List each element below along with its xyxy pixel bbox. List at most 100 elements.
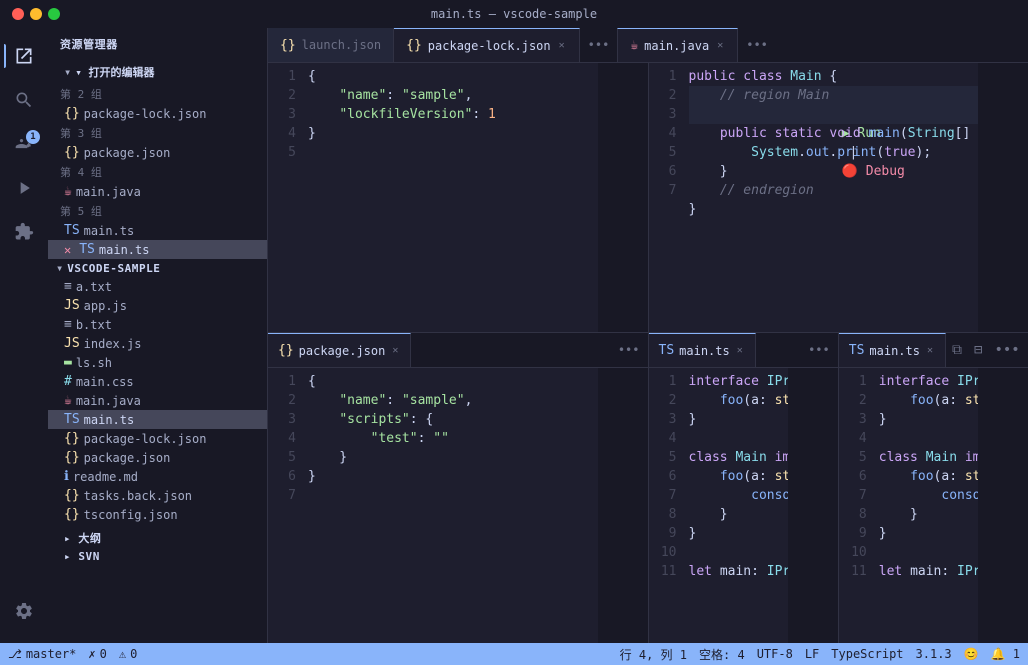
sidebar-file-main-css[interactable]: # main.css — [48, 372, 267, 391]
error-icon: ✗ — [88, 647, 95, 661]
error-count: 0 — [100, 647, 107, 661]
ts-version[interactable]: 3.1.3 — [916, 647, 952, 661]
code-content-top-right[interactable]: public class Main { // region Main ▶ Run… — [685, 63, 979, 332]
ts-icon2: TS — [79, 242, 95, 257]
tab-package-json[interactable]: {} package.json ✕ — [268, 333, 411, 367]
open-editors-label[interactable]: ▾ ▾ 打开的编辑器 — [48, 62, 267, 82]
activity-search[interactable] — [4, 80, 44, 120]
debug-button[interactable]: 🔴 Debug — [842, 164, 905, 179]
layout-button[interactable]: ⊟ — [968, 333, 988, 367]
tab-more-java[interactable]: ••• — [738, 28, 776, 62]
sidebar-file-b-txt[interactable]: ≡ b.txt — [48, 315, 267, 334]
titlebar: main.ts — vscode-sample — [0, 0, 1028, 28]
tab-package-lock-json[interactable]: {} package-lock.json ✕ — [394, 28, 580, 62]
bottom-section: {} package.json ✕ ••• 1234567 { "name": — [268, 333, 1028, 643]
tab-close-ts2[interactable]: ✕ — [925, 344, 935, 357]
vscode-folder[interactable]: ▾ VSCODE-SAMPLE — [48, 259, 267, 277]
window-controls[interactable] — [12, 8, 60, 20]
activity-extensions[interactable] — [4, 212, 44, 252]
git-branch[interactable]: ⎇ master* — [8, 647, 76, 661]
sidebar-item-package[interactable]: {} package.json — [48, 143, 267, 162]
json-icon5: {} — [64, 488, 80, 503]
top-right-pane: 1234567 public class Main { // region Ma… — [649, 63, 1028, 332]
tab-main-ts-brl[interactable]: TS main.ts ✕ — [649, 333, 756, 367]
sidebar-file-tasks[interactable]: {} tasks.back.json — [48, 486, 267, 505]
feedback-emoji[interactable]: 😊 — [964, 647, 979, 661]
sidebar-file-package-lock[interactable]: {} package-lock.json — [48, 429, 267, 448]
tab-close-ts1[interactable]: ✕ — [735, 344, 745, 357]
sidebar-item-label: package.json — [84, 146, 171, 160]
sidebar-file-tsconfig[interactable]: {} tsconfig.json — [48, 505, 267, 524]
tab-main-java[interactable]: ☕ main.java ✕ — [617, 28, 738, 62]
bottom-left-more[interactable]: ••• — [610, 333, 648, 367]
activity-bottom — [4, 591, 44, 643]
status-right: 行 4, 列 1 空格: 4 UTF-8 LF TypeScript 3.1.3… — [620, 646, 1020, 663]
ts-icon-tab2: TS — [849, 343, 865, 358]
code-content-brr[interactable]: interface IProtoc… foo(a: string… } clas… — [875, 368, 978, 643]
top-section: 12345 { "name": "sample", "lockfileVersi… — [268, 63, 1028, 333]
json-icon-tab: {} — [278, 343, 294, 358]
code-content-bottom-left[interactable]: { "name": "sample", "scripts": { "test":… — [304, 368, 598, 643]
more-actions-button[interactable]: ••• — [988, 333, 1025, 367]
status-bar: ⎇ master* ✗ 0 ⚠ 0 行 4, 列 1 空格: 4 UTF-8 L… — [0, 643, 1028, 665]
css-icon: # — [64, 374, 72, 389]
package-json-code: 1234567 { "name": "sample", "scripts": {… — [268, 368, 648, 643]
minimap-bottom-left — [598, 368, 648, 643]
minimap-top-right — [978, 63, 1028, 332]
sidebar-file-index-js[interactable]: JS index.js — [48, 334, 267, 353]
file-label: index.js — [84, 337, 142, 351]
line-numbers-top-right: 1234567 — [649, 63, 685, 332]
code-content-brl[interactable]: interface IProtoc… foo(a: string… } clas… — [685, 368, 788, 643]
encoding[interactable]: UTF-8 — [757, 647, 793, 661]
cursor-position[interactable]: 行 4, 列 1 — [620, 646, 687, 663]
sidebar-file-a-txt[interactable]: ≡ a.txt — [48, 277, 267, 296]
txt-icon: ≡ — [64, 279, 72, 294]
notifications[interactable]: 🔔 1 — [991, 647, 1020, 661]
sidebar-file-package[interactable]: {} package.json — [48, 448, 267, 467]
chevron-icon: ▾ — [64, 65, 71, 79]
file-label: b.txt — [76, 318, 112, 332]
minimize-button[interactable] — [30, 8, 42, 20]
main-ts-right-code: 12345 67891011 interface IProtoc… foo(a:… — [839, 368, 1028, 643]
minimap-brr — [978, 368, 1028, 643]
activity-explorer[interactable] — [4, 36, 44, 76]
sidebar-file-main-ts[interactable]: TS main.ts — [48, 410, 267, 429]
maximize-button[interactable] — [48, 8, 60, 20]
indentation[interactable]: 空格: 4 — [699, 646, 745, 663]
top-left-pane: 12345 { "name": "sample", "lockfileVersi… — [268, 63, 649, 332]
sidebar-file-main-java[interactable]: ☕ main.java — [48, 391, 267, 410]
sidebar-item-label: main.java — [76, 185, 141, 199]
activity-source-control[interactable]: 1 — [4, 124, 44, 164]
sidebar-item-package-lock[interactable]: {} package-lock.json — [48, 104, 267, 123]
ts-icon: TS — [64, 223, 80, 238]
activity-run[interactable] — [4, 168, 44, 208]
sidebar-item-label: main.ts — [84, 224, 135, 238]
sidebar-file-ls-sh[interactable]: ▬ ls.sh — [48, 353, 267, 372]
errors-count[interactable]: ✗ 0 — [88, 647, 106, 661]
tab-launch-json[interactable]: {} launch.json — [268, 28, 394, 62]
code-content-top-left[interactable]: { "name": "sample", "lockfileVersion": 1… — [304, 63, 598, 332]
tab-close-button[interactable]: ✕ — [557, 39, 567, 52]
editor-area: {} launch.json {} package-lock.json ✕ ••… — [268, 28, 1028, 643]
activity-settings[interactable] — [4, 591, 44, 631]
sidebar-file-readme[interactable]: ℹ readme.md — [48, 467, 267, 486]
tab-close-java[interactable]: ✕ — [715, 39, 725, 52]
sidebar-file-app-js[interactable]: JS app.js — [48, 296, 267, 315]
file-label: a.txt — [76, 280, 112, 294]
outline-section[interactable]: ▸ 大纲 — [48, 528, 267, 548]
bottom-right-left-more[interactable]: ••• — [800, 333, 838, 367]
tab-more-button[interactable]: ••• — [580, 28, 618, 62]
language-mode[interactable]: TypeScript — [831, 647, 903, 661]
tab-close-pkg[interactable]: ✕ — [390, 344, 400, 357]
sidebar-item-main-ts-active[interactable]: ✕ TS main.ts — [48, 240, 267, 259]
tab-main-ts-brr[interactable]: TS main.ts ✕ — [839, 333, 946, 367]
warning-icon: ⚠ — [119, 647, 126, 661]
sidebar-item-main-java[interactable]: ☕ main.java — [48, 182, 267, 201]
sidebar-item-main-ts-group5[interactable]: TS main.ts — [48, 221, 267, 240]
close-button[interactable] — [12, 8, 24, 20]
svn-section[interactable]: ▸ SVN — [48, 548, 267, 565]
json-icon2: {} — [64, 145, 80, 160]
eol[interactable]: LF — [805, 647, 819, 661]
warnings-count[interactable]: ⚠ 0 — [119, 647, 137, 661]
split-editor-button[interactable]: ⧉ — [946, 333, 968, 367]
